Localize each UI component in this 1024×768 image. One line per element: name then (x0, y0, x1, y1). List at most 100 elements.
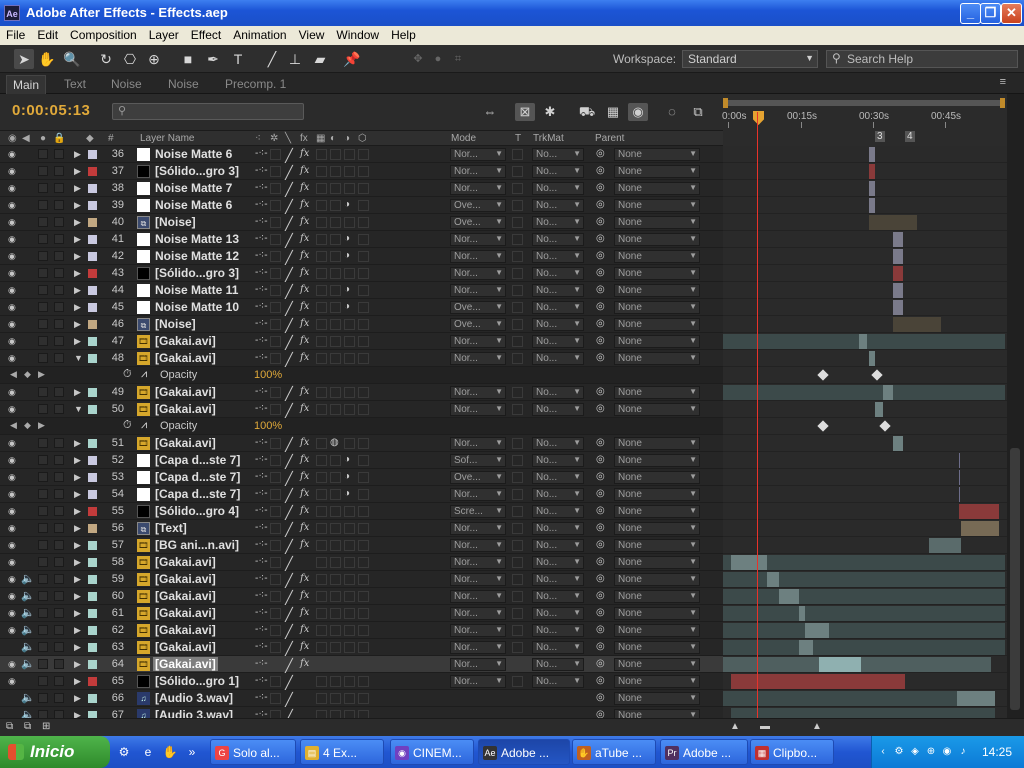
eye-icon[interactable]: ◉ (8, 608, 16, 619)
fx-switch-icon[interactable]: fx (300, 182, 309, 193)
eye-icon[interactable]: ◉ (8, 676, 16, 687)
label-color-swatch[interactable] (88, 150, 97, 159)
trkmat-dropdown[interactable]: No... ▼ (532, 624, 584, 637)
motion-blur-switch[interactable] (330, 591, 341, 602)
frame-blend-switch[interactable] (316, 251, 327, 262)
mode-dropdown[interactable]: Nor... ▼ (450, 335, 506, 348)
motion-blur-switch[interactable] (330, 268, 341, 279)
eye-icon[interactable]: ◉ (8, 183, 16, 194)
preserve-transparency-switch[interactable] (512, 387, 523, 398)
mode-dropdown[interactable]: Nor... ▼ (450, 607, 506, 620)
preserve-transparency-switch[interactable] (512, 455, 523, 466)
motion-blur-switch[interactable] (330, 659, 341, 670)
adjustment-switch[interactable] (344, 642, 355, 653)
quality-switch-icon[interactable]: ╱ (285, 590, 293, 606)
shy-switch-icon[interactable]: -⁖- (255, 454, 268, 465)
label-color-swatch[interactable] (88, 507, 97, 516)
motion-blur-switch[interactable] (330, 234, 341, 245)
taskbar-button[interactable]: G Solo al... (210, 739, 296, 765)
menu-layer[interactable]: Layer (143, 26, 185, 42)
frame-blend-switch[interactable] (316, 149, 327, 160)
preserve-transparency-switch[interactable] (512, 472, 523, 483)
3d-layer-switch[interactable] (358, 557, 369, 568)
layer-row[interactable]: ◉ 🔈 ▶ 62 🎞 [Gakai.avi] -⁖- ╱ fx Nor... ▼ No... ▼ ◎ Non… (0, 622, 723, 639)
parent-dropdown[interactable]: None ▼ (614, 471, 700, 484)
fx-switch-icon[interactable]: fx (300, 624, 309, 635)
property-row[interactable]: ◀ ◆ ▶ ⏱ ⩘ Opacity 100% (0, 367, 723, 384)
speaker-icon[interactable]: 🔈 (21, 657, 35, 670)
lock-switch[interactable] (54, 455, 64, 465)
tab-text[interactable]: Text (64, 77, 86, 91)
label-color-swatch[interactable] (88, 184, 97, 193)
taskbar-button[interactable]: ✋ aTube ... (572, 739, 656, 765)
layer-duration-bar[interactable] (799, 640, 813, 655)
live-update-icon[interactable]: ⊠ (515, 103, 535, 121)
layer-duration-bar[interactable] (819, 657, 861, 672)
eye-icon[interactable]: ◉ (8, 557, 16, 568)
layer-duration-bar[interactable] (959, 470, 960, 485)
pick-whip-icon[interactable]: ◎ (596, 590, 605, 601)
keyframe-diamond[interactable] (817, 420, 829, 432)
collapse-switch[interactable] (270, 166, 281, 177)
layer-duration-bar[interactable] (957, 691, 995, 706)
quality-switch-icon[interactable]: ╱ (285, 505, 293, 521)
hand-tool-icon[interactable]: ✋ (37, 49, 57, 69)
property-value[interactable]: 100% (254, 369, 282, 381)
layer-name[interactable]: [Noise] (153, 215, 198, 229)
trkmat-dropdown[interactable]: No... ▼ (532, 675, 584, 688)
label-color-swatch[interactable] (88, 609, 97, 618)
eye-icon[interactable]: ◉ (8, 268, 16, 279)
fx-switch-icon[interactable]: fx (300, 284, 309, 295)
frame-blend-switch[interactable] (316, 625, 327, 636)
frame-blend-switch[interactable] (316, 472, 327, 483)
pick-whip-icon[interactable]: ◎ (596, 335, 605, 346)
parent-dropdown[interactable]: None ▼ (614, 165, 700, 178)
taskbar-button[interactable]: ▤ 4 Ex... (300, 739, 384, 765)
mode-dropdown[interactable]: Ove... ▼ (450, 318, 506, 331)
motion-blur-switch[interactable] (330, 642, 341, 653)
mode-dropdown[interactable]: Nor... ▼ (450, 437, 506, 450)
motion-blur-switch[interactable] (330, 336, 341, 347)
composition-marker[interactable]: 3 (875, 131, 885, 142)
layer-name[interactable]: [Capa d...ste 7] (153, 487, 242, 501)
layer-name[interactable]: Noise Matte 6 (153, 198, 234, 212)
eraser-tool-icon[interactable]: ▰ (310, 49, 330, 69)
motion-blur-switch[interactable] (330, 353, 341, 364)
frame-blend-switch[interactable] (316, 166, 327, 177)
solo-switch[interactable] (38, 625, 48, 635)
collapse-switch[interactable] (270, 404, 281, 415)
fx-switch-icon[interactable]: fx (300, 165, 309, 176)
layer-duration-bar[interactable] (869, 351, 875, 366)
adjustment-switch[interactable] (344, 183, 355, 194)
label-color-swatch[interactable] (88, 439, 97, 448)
mode-dropdown[interactable]: Nor... ▼ (450, 624, 506, 637)
expand-triangle-icon[interactable]: ▶ (74, 166, 81, 177)
keyframe-diamond[interactable] (817, 369, 829, 381)
collapse-switch[interactable] (270, 217, 281, 228)
3d-layer-switch[interactable] (358, 676, 369, 687)
workspace-select[interactable]: Standard ▼ (682, 50, 818, 68)
adjustment-layer-icon[interactable]: ◑ (344, 454, 350, 465)
solo-switch[interactable] (38, 710, 48, 718)
motion-blur-switch[interactable] (330, 319, 341, 330)
shy-switch-icon[interactable]: -⁖- (255, 692, 268, 703)
adjustment-switch[interactable] (344, 268, 355, 279)
expand-triangle-icon[interactable]: ▶ (74, 149, 81, 160)
expand-triangle-icon[interactable]: ▶ (74, 438, 81, 449)
previous-keyframe-icon[interactable]: ◀ (10, 369, 17, 380)
preserve-transparency-switch[interactable] (512, 404, 523, 415)
3d-layer-switch[interactable] (358, 574, 369, 585)
motion-blur-switch[interactable] (330, 489, 341, 500)
3d-layer-switch[interactable] (358, 523, 369, 534)
tray-arrow-icon[interactable]: ‹ (876, 745, 890, 759)
layer-name[interactable]: [Gakai.avi] (153, 640, 218, 654)
trkmat-dropdown[interactable]: No... ▼ (532, 505, 584, 518)
parent-dropdown[interactable]: None ▼ (614, 233, 700, 246)
3d-layer-switch[interactable] (358, 489, 369, 500)
layer-duration-bar[interactable] (779, 589, 799, 604)
layer-name[interactable]: [Text] (153, 521, 189, 535)
preserve-transparency-switch[interactable] (512, 659, 523, 670)
next-keyframe-icon[interactable]: ▶ (38, 369, 45, 380)
shy-switch-icon[interactable]: -⁖- (255, 318, 268, 329)
solo-switch[interactable] (38, 336, 48, 346)
